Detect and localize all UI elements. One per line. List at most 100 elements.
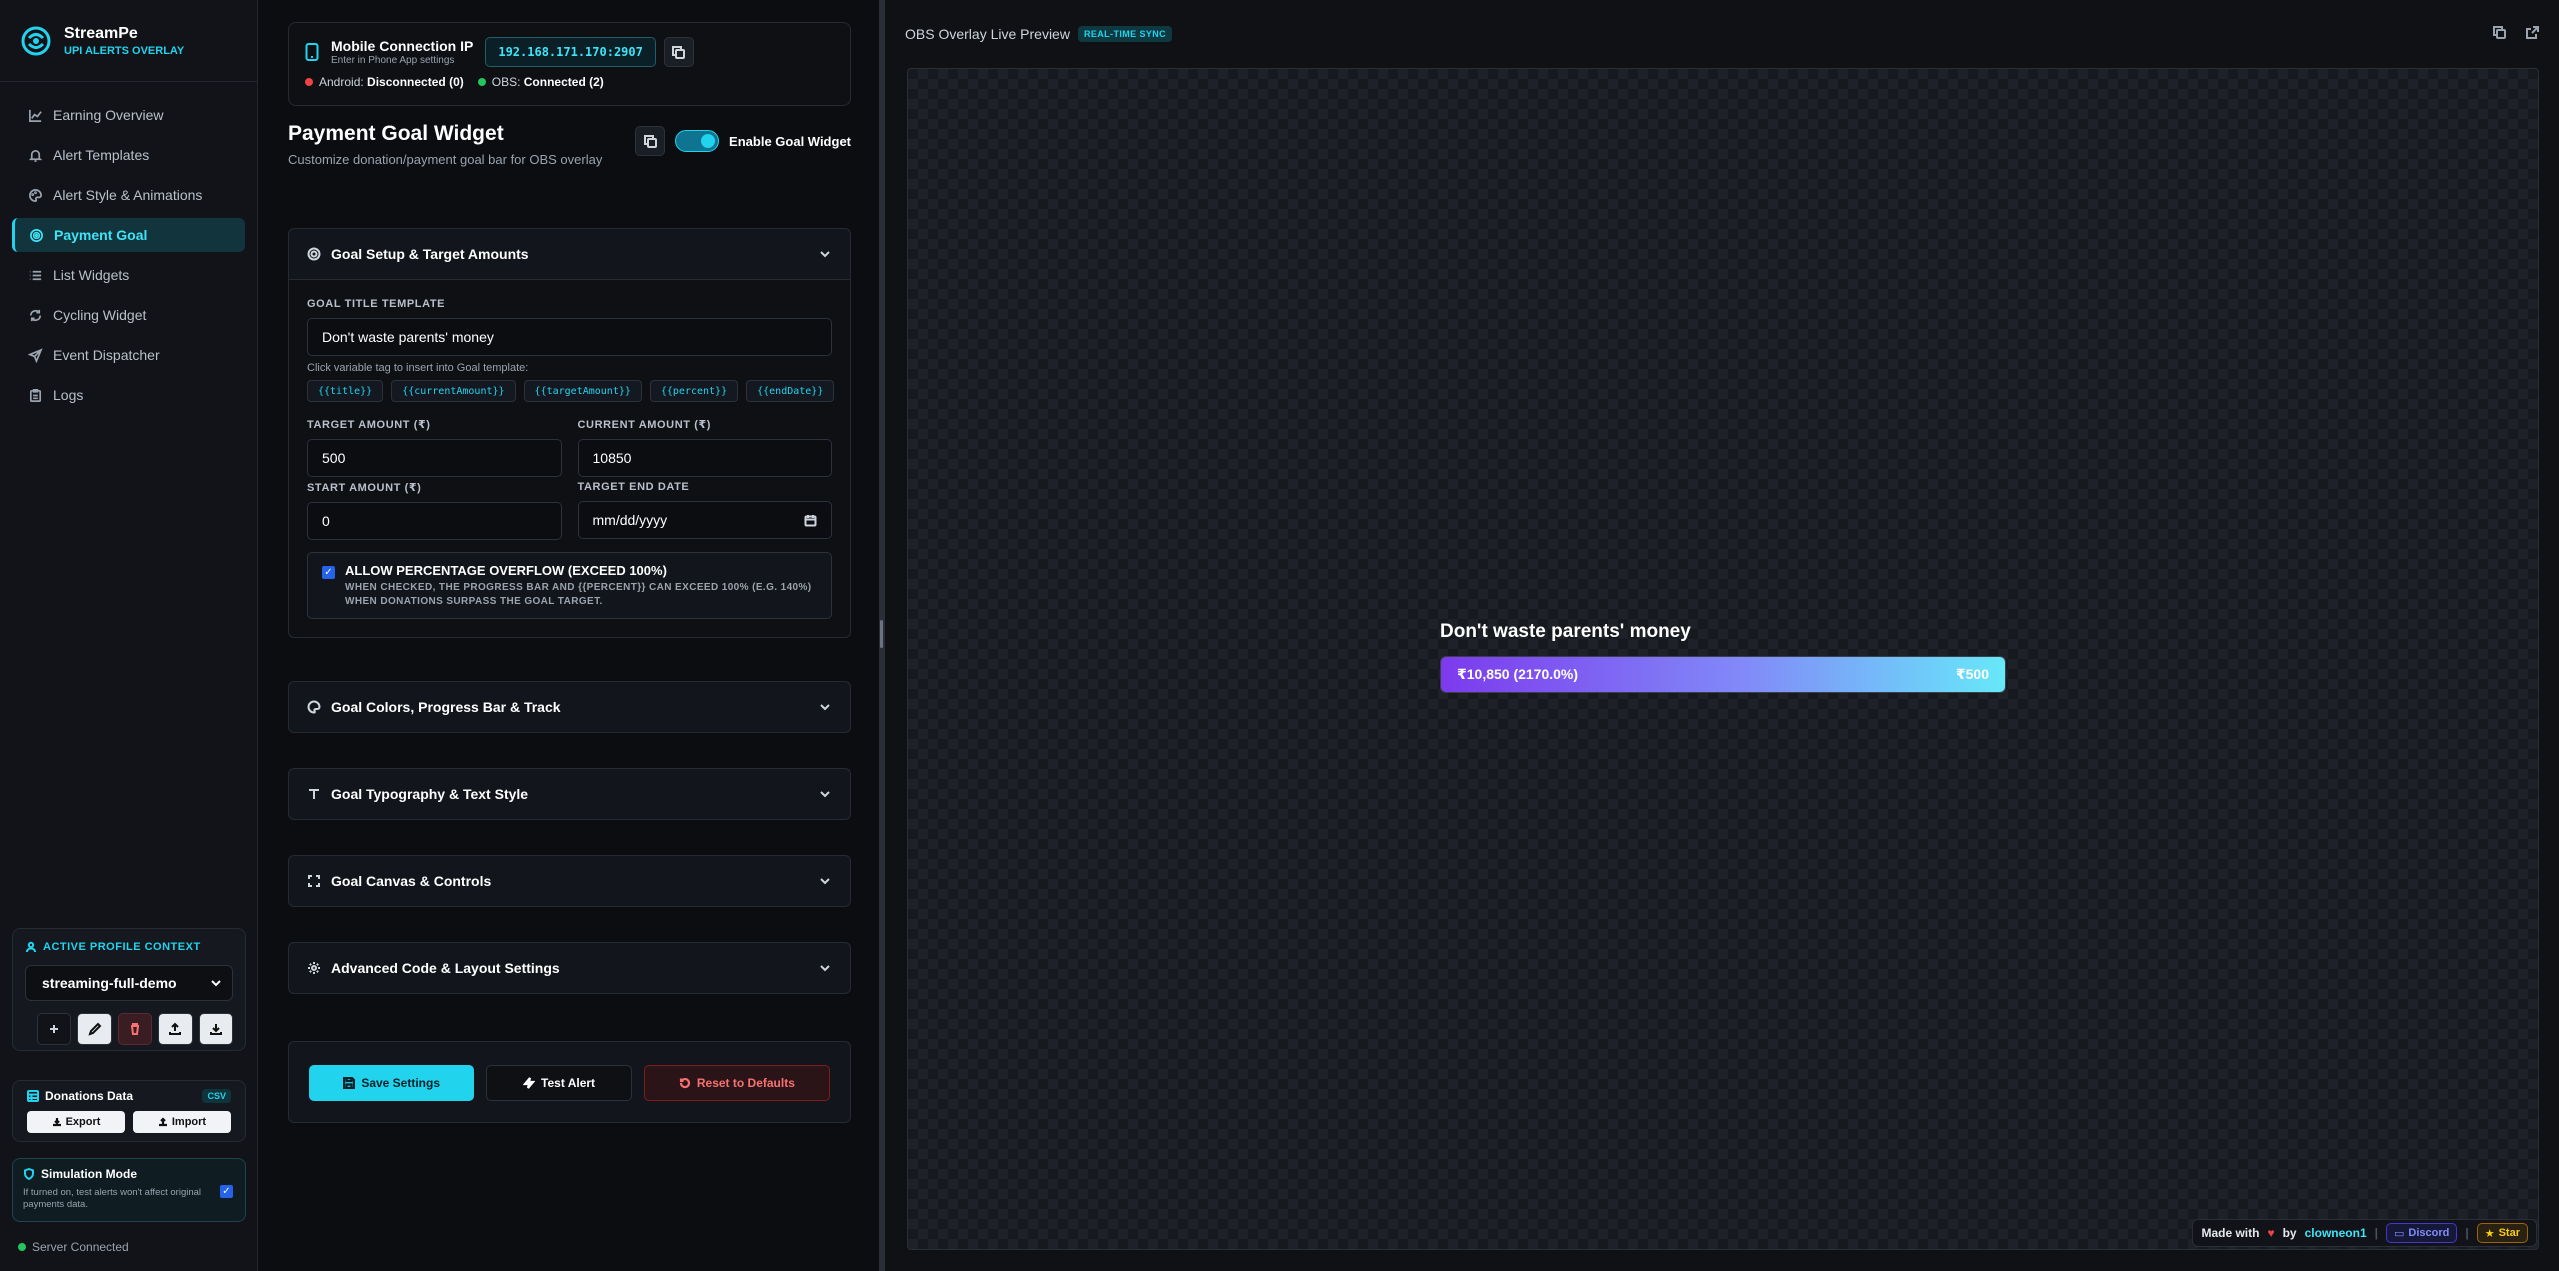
palette-icon [307,700,321,714]
goal-setup-header[interactable]: Goal Setup & Target Amounts [289,229,850,279]
goal-typography-section[interactable]: Goal Typography & Text Style [288,768,851,820]
status-dot [305,78,313,86]
connection-title: Mobile Connection IP [331,38,474,54]
sync-badge: REAL-TIME SYNC [1077,26,1173,42]
discord-button[interactable]: ▭ Discord [2385,1223,2458,1243]
preview-canvas: Don't waste parents' money ₹10,850 (2170… [907,68,2539,1250]
upload-profile-button[interactable] [158,1013,193,1045]
sidebar-item-alert-style[interactable]: Alert Style & Animations [12,178,245,212]
overflow-checkbox[interactable]: ✓ [322,566,335,579]
export-button[interactable]: Export [27,1111,125,1133]
sidebar-item-label: Payment Goal [54,227,148,243]
sidebar-item-cycling-widget[interactable]: Cycling Widget [12,298,245,332]
goal-canvas-section[interactable]: Goal Canvas & Controls [288,855,851,907]
plus-icon [50,1025,59,1033]
goal-colors-section[interactable]: Goal Colors, Progress Bar & Track [288,681,851,733]
tag-percent[interactable]: {{percent}} [649,380,739,402]
table-icon [27,1090,39,1102]
sidebar-item-event-dispatcher[interactable]: Event Dispatcher [12,338,245,372]
brand[interactable]: StreamPe UPI ALERTS OVERLAY [0,0,257,82]
add-profile-button[interactable] [37,1013,72,1045]
android-label: Android: [319,75,364,89]
section-title: Goal Colors, Progress Bar & Track [331,699,561,715]
profile-select[interactable]: streaming-full-demo [25,965,233,1001]
end-date-label: TARGET END DATE [577,481,690,493]
splitter-grip[interactable] [880,620,883,648]
import-button[interactable]: Import [133,1111,231,1133]
overflow-option[interactable]: ✓ ALLOW PERCENTAGE OVERFLOW (EXCEED 100%… [307,552,832,619]
star-label: Star [2498,1227,2520,1239]
chevron-down-icon [820,791,830,798]
variable-tags: {{title}} {{currentAmount}} {{targetAmou… [307,380,835,402]
section-title: Goal Setup & Target Amounts [331,246,529,262]
start-amount-input[interactable]: 0 [307,502,562,540]
bell-icon [28,149,43,162]
copy-widget-url-button[interactable] [635,126,666,156]
tag-end-date[interactable]: {{endDate}} [746,380,835,402]
brand-name: StreamPe [64,24,138,42]
text-icon [309,789,319,799]
author-link[interactable]: clowneon1 [2305,1226,2367,1240]
chart-line-icon [29,109,42,122]
tag-title[interactable]: {{title}} [307,380,384,402]
enable-goal-toggle[interactable] [675,130,720,152]
download-profile-button[interactable] [198,1013,234,1045]
import-label: Import [171,1116,207,1128]
copy-icon[interactable] [2493,26,2506,39]
sidebar-item-label: Cycling Widget [53,307,147,323]
simulation-description: If turned on, test alerts won't affect o… [23,1187,202,1211]
ip-address[interactable]: 192.168.171.170:2907 [485,37,656,67]
sidebar-item-label: Event Dispatcher [53,347,160,363]
sidebar-item-logs[interactable]: Logs [12,378,245,412]
star-icon: ★ [2484,1227,2495,1240]
sidebar-item-list-widgets[interactable]: List Widgets [12,258,245,292]
sidebar-item-alert-templates[interactable]: Alert Templates [12,138,245,172]
csv-badge: CSV [202,1089,231,1103]
sidebar-item-payment-goal[interactable]: Payment Goal [12,218,245,252]
advanced-settings-section[interactable]: Advanced Code & Layout Settings [288,942,851,994]
copy-ip-button[interactable] [663,37,694,67]
save-settings-button[interactable]: Save Settings [309,1065,475,1101]
start-amount-label: START AMOUNT (₹) [307,482,422,494]
user-icon [26,941,36,953]
donations-data-panel: Donations Data CSV Export Import [12,1080,246,1142]
widget-header: Payment Goal Widget Customize donation/p… [288,122,851,167]
expand-icon [308,875,320,887]
mobile-connection-box: Mobile Connection IP Enter in Phone App … [288,22,851,106]
sidebar-item-earning-overview[interactable]: Earning Overview [12,98,245,132]
target-icon [307,247,321,261]
goal-setup-section: Goal Setup & Target Amounts GOAL TITLE T… [288,228,851,638]
goal-progress-bar: ₹10,850 (2170.0%) ₹500 [1440,656,2006,693]
calendar-icon[interactable] [804,514,817,527]
enable-goal-label: Enable Goal Widget [729,133,851,149]
end-date-input[interactable]: mm/dd/yyyy [577,501,832,539]
reset-defaults-button[interactable]: Reset to Defaults [643,1065,830,1101]
delete-profile-button[interactable] [117,1013,153,1045]
simulation-title: Simulation Mode [41,1167,137,1181]
edit-profile-button[interactable] [77,1013,112,1045]
streampe-logo-icon [21,26,51,55]
external-link-icon[interactable] [2526,26,2539,39]
section-title: Goal Typography & Text Style [331,786,529,802]
current-amount-input[interactable]: 10850 [577,439,832,477]
test-alert-button[interactable]: Test Alert [486,1065,632,1101]
tag-current-amount[interactable]: {{currentAmount}} [391,380,516,402]
star-button[interactable]: ★ Star [2476,1223,2528,1243]
shield-icon [24,1168,34,1180]
current-amount-label: CURRENT AMOUNT (₹) [577,419,712,431]
simulation-mode-checkbox[interactable]: ✓ [220,1185,233,1198]
divider: | [2465,1226,2469,1240]
chat-icon: ▭ [2393,1227,2405,1240]
discord-label: Discord [2408,1227,2450,1239]
donations-title: Donations Data [45,1089,134,1103]
goal-title-input[interactable]: Don't waste parents' money [307,318,832,356]
tag-target-amount[interactable]: {{targetAmount}} [523,380,642,402]
android-status: Android: Disconnected (0) [305,75,464,89]
preview-title: OBS Overlay Live Preview [905,26,1070,42]
download-icon [52,1118,61,1127]
preview-header: OBS Overlay Live Preview REAL-TIME SYNC [905,26,1173,42]
palette-icon [29,188,42,202]
divider: | [2374,1226,2378,1240]
overflow-description: WHEN CHECKED, THE PROGRESS BAR AND {{PER… [345,582,812,607]
target-amount-input[interactable]: 500 [307,439,562,477]
